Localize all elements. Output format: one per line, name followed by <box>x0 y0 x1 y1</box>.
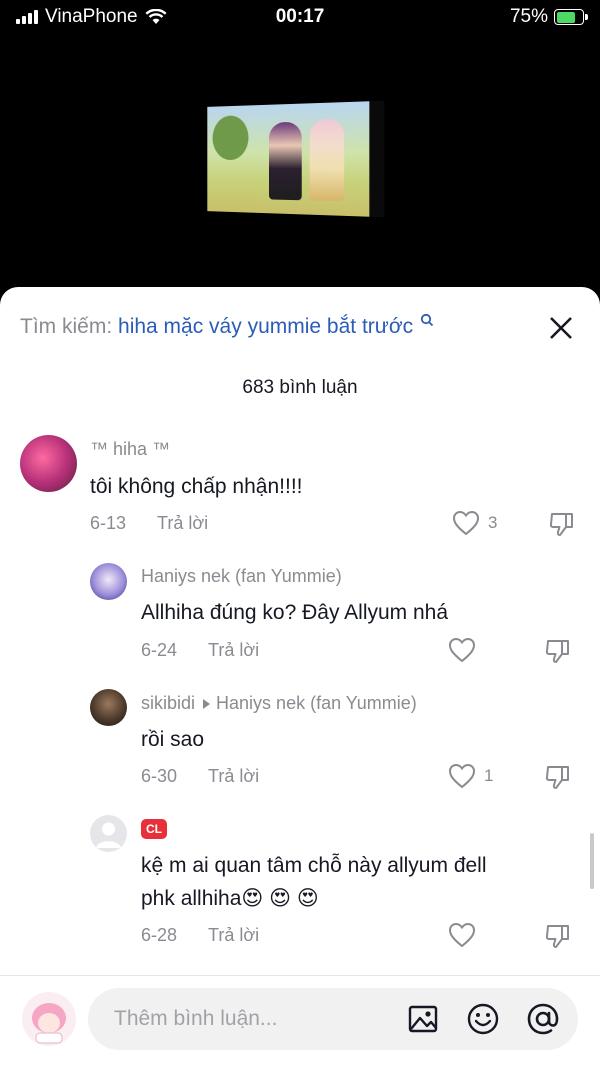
dislike-icon[interactable] <box>544 763 572 791</box>
like-button[interactable]: 1 <box>448 763 493 789</box>
comment-meta: 6-24 Trả lời <box>141 640 259 661</box>
heart-icon <box>448 922 476 948</box>
comment-text: Allhiha đúng ko? Đây Allyum nhá <box>141 601 449 624</box>
avatar[interactable] <box>90 815 127 852</box>
comment-text: rồi sao <box>141 728 205 751</box>
character-figure <box>309 118 345 202</box>
reply-button[interactable]: Trả lời <box>208 640 259 660</box>
author-badge[interactable]: CL <box>141 819 167 839</box>
reply-button[interactable]: Trả lời <box>208 766 259 786</box>
image-icon[interactable] <box>406 1002 440 1036</box>
video-thumbnail <box>207 100 385 218</box>
scrollbar[interactable] <box>590 833 594 889</box>
comment-date: 6-13 <box>90 513 127 533</box>
comment-date: 6-30 <box>141 766 178 786</box>
comment-author[interactable]: ™ hiha ™ <box>90 439 170 460</box>
like-button[interactable] <box>448 922 484 948</box>
comment-text-line: phk allhiha😍 😍 😍 <box>141 887 319 910</box>
comment-text: tôi không chấp nhận!!!! <box>90 475 303 498</box>
avatar[interactable] <box>90 689 127 726</box>
reply-target-name[interactable]: Haniys nek (fan Yummie) <box>216 693 417 713</box>
comment-text-line: kệ m ai quan tâm chỗ này allyum đell <box>141 854 487 877</box>
comment-meta: 6-13 Trả lời <box>90 513 208 534</box>
like-button[interactable]: 3 <box>452 510 497 536</box>
comment-text: kệ m ai quan tâm chỗ này allyum đell phk… <box>141 849 571 915</box>
avatar[interactable] <box>20 435 77 492</box>
related-search[interactable]: Tìm kiếm: hiha mặc váy yummie bắt trước <box>20 313 434 339</box>
comments-count: 683 bình luận <box>242 377 358 398</box>
mention-icon[interactable] <box>526 1002 560 1036</box>
heart-icon <box>448 637 476 663</box>
comment-author-name[interactable]: sikibidi <box>141 693 195 713</box>
close-icon[interactable] <box>548 315 574 341</box>
reply-button[interactable]: Trả lời <box>208 925 259 945</box>
comment-meta: 6-30 Trả lời <box>141 766 259 787</box>
comment-date: 6-28 <box>141 925 178 945</box>
avatar-illustration <box>32 1003 66 1044</box>
like-button[interactable] <box>448 637 484 663</box>
battery-fill <box>556 11 576 23</box>
search-query-link[interactable]: hiha mặc váy yummie bắt trước <box>118 315 413 338</box>
status-right: 75% <box>509 6 588 28</box>
comment-author[interactable]: Haniys nek (fan Yummie) <box>141 566 342 587</box>
my-avatar[interactable] <box>22 992 76 1046</box>
search-label: Tìm kiếm: <box>20 315 113 338</box>
heart-icon <box>448 763 476 789</box>
default-avatar-icon <box>96 822 121 848</box>
avatar[interactable] <box>90 563 127 600</box>
emoji-icon[interactable] <box>466 1002 500 1036</box>
search-icon <box>420 313 434 327</box>
emoji-heart-eyes: 😍 😍 😍 <box>241 887 319 910</box>
dislike-icon[interactable] <box>544 637 572 665</box>
like-count: 1 <box>484 766 494 785</box>
comments-sheet: Tìm kiếm: hiha mặc váy yummie bắt trước … <box>0 287 600 1067</box>
comment-composer: Thêm bình luận... <box>0 975 600 1067</box>
like-count: 3 <box>488 513 498 532</box>
heart-icon <box>452 510 480 536</box>
comment-meta: 6-28 Trả lời <box>141 925 259 946</box>
dislike-icon[interactable] <box>544 922 572 950</box>
dislike-icon[interactable] <box>548 510 576 538</box>
reply-arrow-icon <box>203 698 211 709</box>
video-player[interactable] <box>0 34 600 294</box>
battery-percent: 75% <box>509 6 548 27</box>
status-bar: VinaPhone 00:17 75% <box>0 0 600 34</box>
comment-author[interactable]: sikibidi Haniys nek (fan Yummie) <box>141 693 417 714</box>
tree-shape <box>212 115 249 160</box>
comment-input[interactable]: Thêm bình luận... <box>88 988 578 1050</box>
comment-input-placeholder: Thêm bình luận... <box>114 1007 278 1030</box>
battery-icon <box>554 9 588 25</box>
reply-button[interactable]: Trả lời <box>157 513 208 533</box>
character-figure <box>268 121 302 201</box>
comment-date: 6-24 <box>141 640 178 660</box>
